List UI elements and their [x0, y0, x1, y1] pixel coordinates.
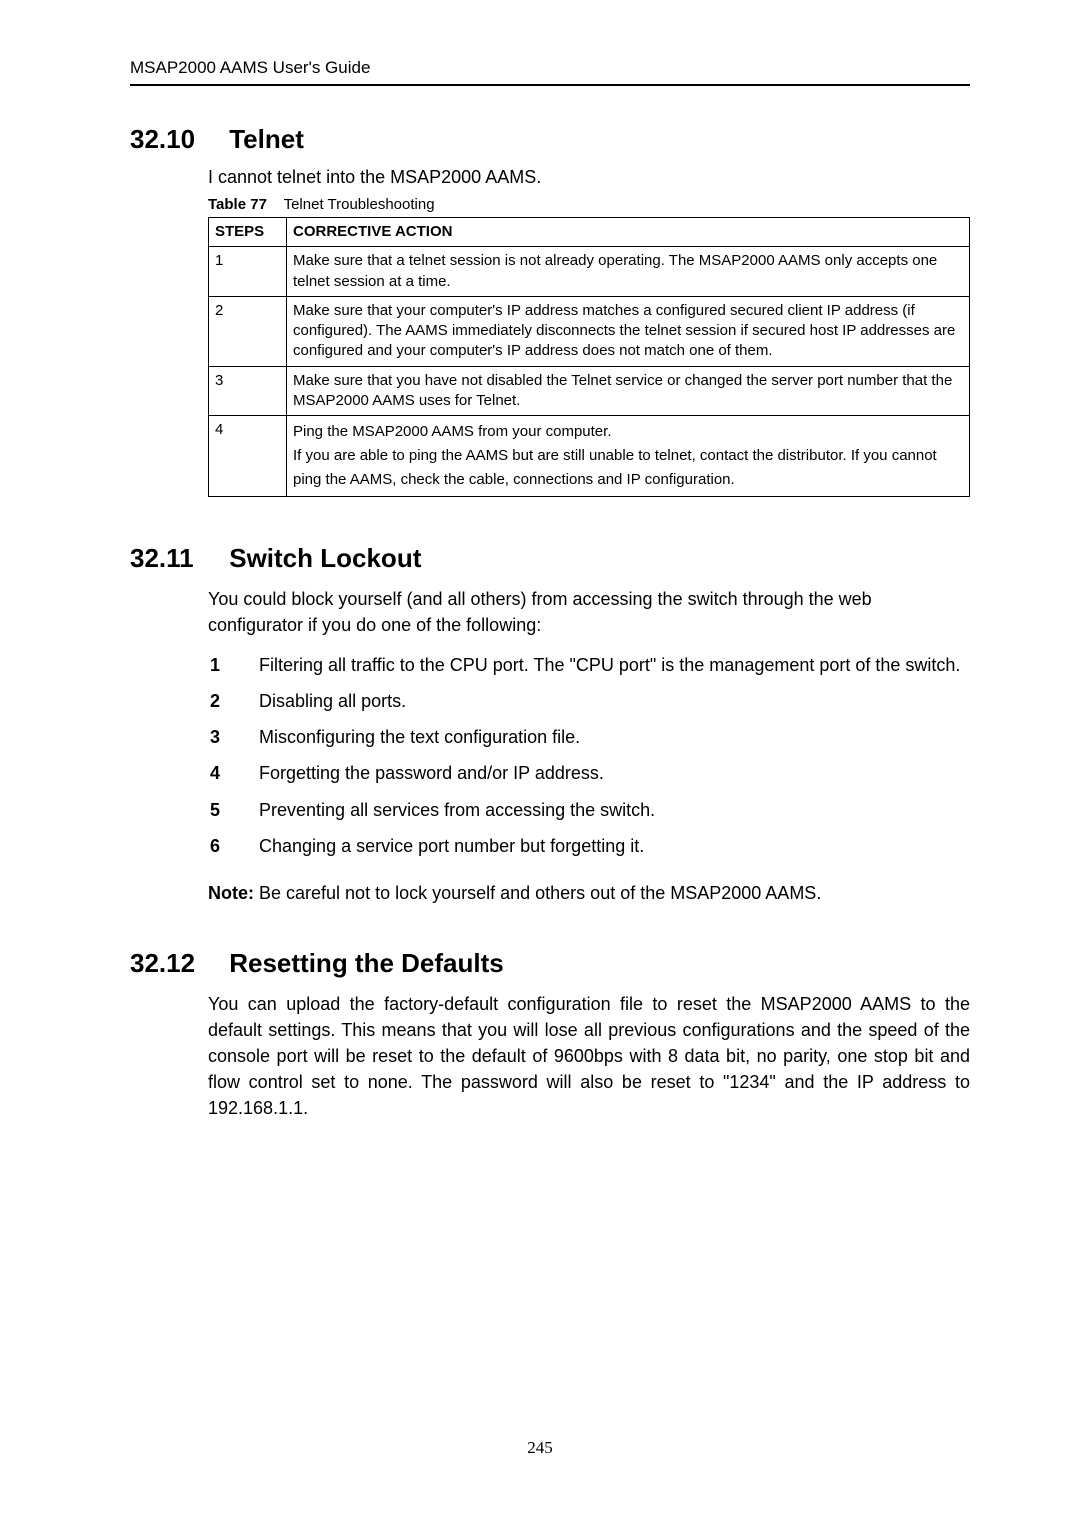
list-item: 2 Disabling all ports.	[234, 688, 970, 714]
section-title: Switch Lockout	[229, 543, 421, 574]
col-header-steps: STEPS	[209, 218, 287, 247]
section-title: Resetting the Defaults	[229, 948, 504, 979]
table-caption-title: Telnet Troubleshooting	[284, 196, 435, 213]
cell-action: Ping the MSAP2000 AAMS from your compute…	[287, 416, 970, 497]
switch-lockout-list: 1 Filtering all traffic to the CPU port.…	[234, 652, 970, 859]
cell-step: 3	[209, 366, 287, 416]
resetting-para: You can upload the factory-default confi…	[208, 991, 970, 1121]
section-body-resetting: You can upload the factory-default confi…	[208, 991, 970, 1121]
list-item-text: Misconfiguring the text configuration fi…	[259, 727, 580, 747]
list-item: 6 Changing a service port number but for…	[234, 833, 970, 859]
section-title: Telnet	[229, 124, 304, 155]
telnet-intro: I cannot telnet into the MSAP2000 AAMS.	[208, 167, 970, 188]
list-item-text: Filtering all traffic to the CPU port. T…	[259, 655, 960, 675]
section-number: 32.11	[130, 543, 222, 574]
cell-action: Make sure that you have not disabled the…	[287, 366, 970, 416]
col-header-action: CORRECTIVE ACTION	[287, 218, 970, 247]
section-heading-resetting: 32.12 Resetting the Defaults	[130, 948, 970, 979]
list-item-text: Changing a service port number but forge…	[259, 836, 644, 856]
table-row: 2 Make sure that your computer's IP addr…	[209, 296, 970, 366]
list-item: 5 Preventing all services from accessing…	[234, 797, 970, 823]
switch-lockout-para: You could block yourself (and all others…	[208, 586, 970, 638]
section-heading-telnet: 32.10 Telnet	[130, 124, 970, 155]
section-number: 32.12	[130, 948, 222, 979]
table-row: 1 Make sure that a telnet session is not…	[209, 247, 970, 297]
list-item: 4 Forgetting the password and/or IP addr…	[234, 760, 970, 786]
page-number: 245	[0, 1438, 1080, 1458]
table-caption-label: Table 77	[208, 196, 267, 213]
list-item-text: Preventing all services from accessing t…	[259, 800, 655, 820]
table-header-row: STEPS CORRECTIVE ACTION	[209, 218, 970, 247]
note-line: Note: Be careful not to lock yourself an…	[208, 883, 970, 904]
note-text: Be careful not to lock yourself and othe…	[254, 883, 821, 903]
page: MSAP2000 AAMS User's Guide 32.10 Telnet …	[0, 0, 1080, 1528]
running-head: MSAP2000 AAMS User's Guide	[130, 58, 970, 86]
list-item-text: Forgetting the password and/or IP addres…	[259, 763, 604, 783]
section-body-switch-lockout: You could block yourself (and all others…	[208, 586, 970, 904]
cell-action: Make sure that your computer's IP addres…	[287, 296, 970, 366]
telnet-troubleshooting-table: STEPS CORRECTIVE ACTION 1 Make sure that…	[208, 217, 970, 497]
cell-step: 2	[209, 296, 287, 366]
section-number: 32.10	[130, 124, 222, 155]
table-caption: Table 77 Telnet Troubleshooting	[208, 196, 970, 213]
cell-step: 4	[209, 416, 287, 497]
cell-step: 1	[209, 247, 287, 297]
table-row: 4 Ping the MSAP2000 AAMS from your compu…	[209, 416, 970, 497]
list-item: 3 Misconfiguring the text configuration …	[234, 724, 970, 750]
section-heading-switch-lockout: 32.11 Switch Lockout	[130, 543, 970, 574]
cell-action: Make sure that a telnet session is not a…	[287, 247, 970, 297]
section-body-telnet: I cannot telnet into the MSAP2000 AAMS. …	[208, 167, 970, 497]
table-row: 3 Make sure that you have not disabled t…	[209, 366, 970, 416]
note-label: Note:	[208, 883, 254, 903]
list-item: 1 Filtering all traffic to the CPU port.…	[234, 652, 970, 678]
list-item-text: Disabling all ports.	[259, 691, 406, 711]
